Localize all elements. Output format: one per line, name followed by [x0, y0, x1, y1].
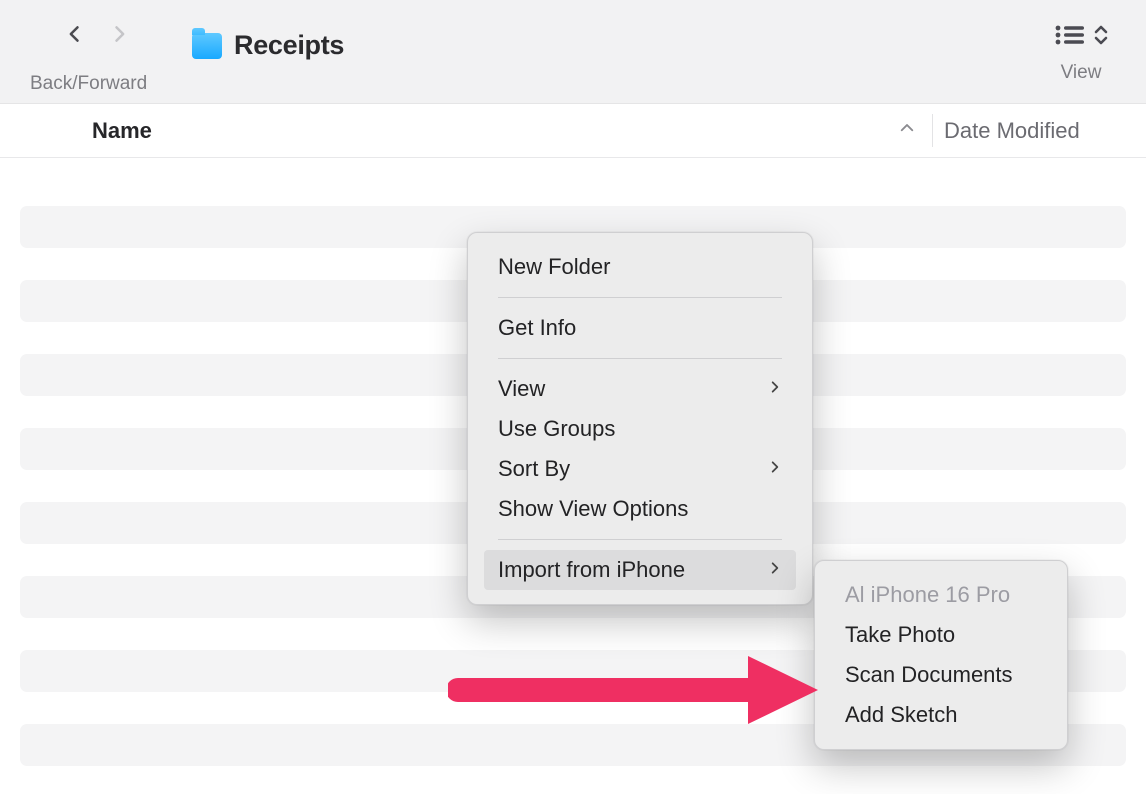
menu-item-view[interactable]: View — [484, 369, 796, 409]
menu-item-label: Import from iPhone — [498, 557, 685, 583]
menu-separator — [498, 297, 782, 298]
forward-button[interactable] — [106, 20, 132, 48]
column-header-name[interactable]: Name — [92, 118, 152, 144]
chevron-right-icon — [768, 557, 782, 583]
submenu-device-header: Al iPhone 16 Pro — [831, 575, 1051, 615]
folder-title: Receipts — [234, 30, 344, 61]
menu-item-sort-by[interactable]: Sort By — [484, 449, 796, 489]
menu-item-import-from-iphone[interactable]: Import from iPhone — [484, 550, 796, 590]
chevron-left-icon — [65, 21, 85, 47]
submenu-item-take-photo[interactable]: Take Photo — [831, 615, 1051, 655]
chevron-right-icon — [768, 376, 782, 402]
nav-buttons — [62, 20, 132, 48]
menu-item-new-folder[interactable]: New Folder — [484, 247, 796, 287]
up-down-chevron-icon — [1094, 24, 1108, 46]
menu-item-show-view-options[interactable]: Show View Options — [484, 489, 796, 529]
column-divider — [932, 114, 933, 147]
folder-icon — [192, 33, 222, 59]
menu-item-label: New Folder — [498, 254, 610, 280]
sort-indicator[interactable] — [898, 119, 916, 142]
menu-item-label: Show View Options — [498, 496, 688, 522]
menu-item-label: Take Photo — [845, 622, 955, 648]
submenu-item-add-sketch[interactable]: Add Sketch — [831, 695, 1051, 735]
menu-item-label: Scan Documents — [845, 662, 1013, 688]
chevron-right-icon — [768, 456, 782, 482]
menu-item-label: View — [498, 376, 545, 402]
context-menu: New Folder Get Info View Use Groups Sort… — [467, 232, 813, 605]
column-header-row: Name Date Modified — [0, 104, 1146, 158]
submenu-item-scan-documents[interactable]: Scan Documents — [831, 655, 1051, 695]
chevron-up-icon — [898, 119, 916, 137]
menu-separator — [498, 539, 782, 540]
menu-item-label: Get Info — [498, 315, 576, 341]
menu-separator — [498, 358, 782, 359]
menu-item-label: Use Groups — [498, 416, 615, 442]
menu-item-get-info[interactable]: Get Info — [484, 308, 796, 348]
toolbar: Back/Forward Receipts View — [0, 0, 1146, 104]
folder-title-group: Receipts — [192, 30, 344, 61]
submenu-header-label: Al iPhone 16 Pro — [845, 582, 1010, 608]
back-button[interactable] — [62, 20, 88, 48]
column-header-date-modified[interactable]: Date Modified — [944, 118, 1080, 144]
view-mode-button[interactable] — [1054, 24, 1108, 46]
nav-label: Back/Forward — [30, 73, 147, 95]
view-switcher: View — [1054, 24, 1108, 84]
chevron-right-icon — [109, 21, 129, 47]
view-label: View — [1054, 62, 1108, 84]
submenu-import-from-iphone: Al iPhone 16 Pro Take Photo Scan Documen… — [814, 560, 1068, 750]
menu-item-label: Add Sketch — [845, 702, 958, 728]
list-icon — [1054, 24, 1084, 46]
menu-item-use-groups[interactable]: Use Groups — [484, 409, 796, 449]
menu-item-label: Sort By — [498, 456, 570, 482]
